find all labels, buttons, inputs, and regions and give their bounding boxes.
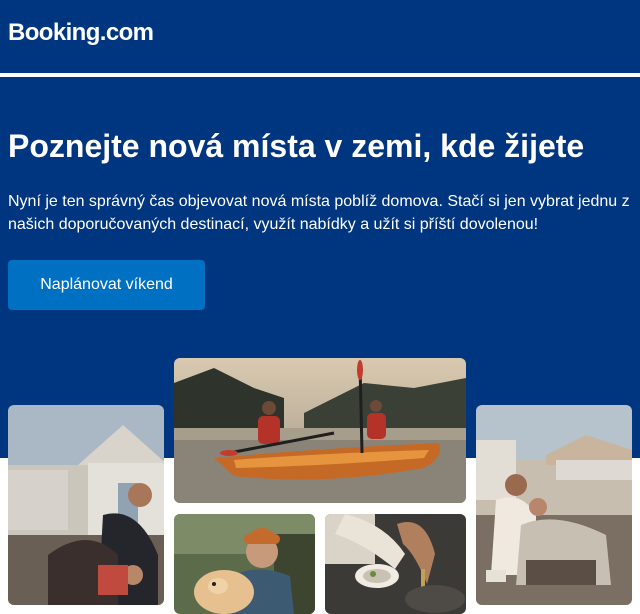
photo-family-cabins-left[interactable] (8, 405, 164, 605)
photo-cooking-food[interactable] (325, 514, 466, 614)
hero-body-text: Nyní je ten správný čas objevovat nová m… (8, 193, 630, 233)
photo-family-picnic-right[interactable] (476, 405, 632, 605)
photo-woman-with-dog[interactable] (174, 514, 315, 614)
booking-logo[interactable]: Booking.com (8, 19, 154, 47)
plan-weekend-button[interactable]: Naplánovat víkend (8, 260, 205, 310)
email-header: Booking.com (0, 0, 640, 73)
hero-headline: Poznejte nová místa v zemi, kde žijete (8, 128, 585, 164)
photo-kayak-lake[interactable] (174, 358, 466, 503)
